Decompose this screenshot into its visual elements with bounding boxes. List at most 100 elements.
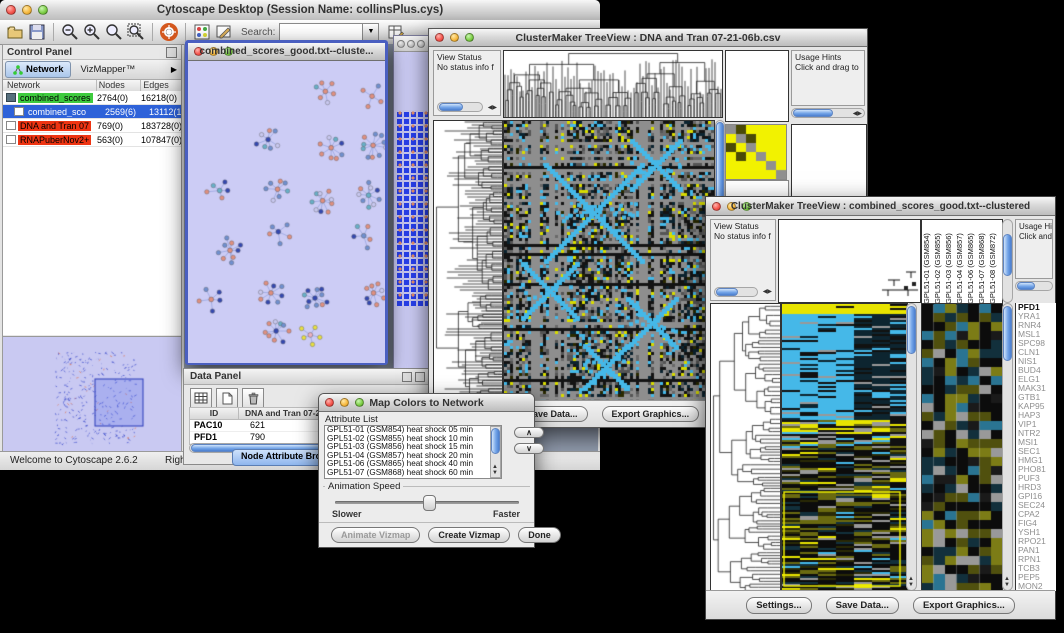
column-label[interactable]: GPL51-07 (GSM868) bbox=[977, 220, 988, 304]
column-label[interactable] bbox=[776, 51, 786, 121]
float-icon[interactable] bbox=[402, 372, 412, 382]
grid-network-view[interactable] bbox=[397, 110, 431, 306]
delete-attribute-button[interactable] bbox=[242, 388, 264, 408]
trash-icon bbox=[248, 392, 259, 405]
view-status-scrollbar[interactable] bbox=[437, 102, 483, 112]
new-attribute-button[interactable] bbox=[216, 388, 238, 408]
help-lifesaver-icon[interactable] bbox=[160, 23, 178, 41]
map-dialog-title: Map Colors to Network bbox=[319, 397, 534, 409]
birdseye-canvas[interactable] bbox=[3, 337, 181, 450]
attribute-list-item[interactable]: GPL51-07 (GSM868) heat shock 60 min bbox=[325, 469, 501, 478]
network-canvas[interactable] bbox=[188, 61, 385, 363]
search-input[interactable] bbox=[279, 23, 363, 41]
heatmap-vscrollbar[interactable]: ▲▼ bbox=[906, 303, 917, 591]
slider-thumb[interactable] bbox=[423, 495, 436, 511]
zoom-button[interactable] bbox=[417, 40, 425, 48]
move-up-button[interactable]: ∧ bbox=[514, 427, 544, 438]
network-window-titlebar[interactable]: combined_scores_good.txt--cluste... bbox=[188, 43, 385, 61]
scroll-arrows[interactable]: ◀▶ bbox=[488, 105, 497, 111]
treeview-button[interactable]: Export Graphics... bbox=[602, 406, 700, 422]
zoom-vscrollbar[interactable]: ▲▼ bbox=[1002, 303, 1013, 591]
treeview-button[interactable]: Settings... bbox=[746, 597, 811, 614]
scroll-arrows[interactable]: ◀▶ bbox=[763, 289, 772, 295]
row-dendrogram-canvas[interactable] bbox=[710, 303, 781, 593]
zoom-out-icon[interactable] bbox=[61, 23, 79, 41]
minimize-button[interactable] bbox=[407, 40, 415, 48]
column-label[interactable] bbox=[766, 51, 776, 121]
network-table-row[interactable]: RNAPuberNov2+ 563(0) 107847(0) bbox=[3, 133, 181, 147]
table-grid-icon bbox=[194, 392, 208, 404]
column-label[interactable] bbox=[746, 51, 756, 121]
table-view-button[interactable] bbox=[190, 388, 212, 408]
id-column-header[interactable]: ID bbox=[190, 408, 239, 419]
animate-vizmap-button[interactable]: Animate Vizmap bbox=[331, 527, 420, 543]
zoom-fit-icon[interactable] bbox=[127, 23, 145, 41]
column-label[interactable]: GPL51-03 (GSM856) bbox=[944, 220, 955, 304]
scroll-arrows[interactable]: ◀▶ bbox=[853, 111, 862, 117]
network-table-row[interactable]: combined_scores 2764(0) 16218(0) bbox=[3, 91, 181, 105]
attribute-list-scrollbar[interactable]: ▲▼ bbox=[490, 426, 501, 478]
treeview-button[interactable]: Save Data... bbox=[826, 597, 899, 614]
column-dendrogram-canvas[interactable] bbox=[503, 50, 723, 118]
desktop: Cytoscape Desktop (Session Name: collins… bbox=[0, 0, 1064, 633]
close-icon[interactable] bbox=[415, 372, 425, 382]
scroll-arrows[interactable]: ▲▼ bbox=[492, 464, 498, 476]
column-label[interactable] bbox=[726, 51, 736, 121]
control-panel-title: Control Panel bbox=[7, 47, 72, 58]
birdseye-view[interactable] bbox=[3, 336, 181, 451]
tab-network[interactable]: Network bbox=[5, 61, 71, 78]
search-dropdown-button[interactable]: ▼ bbox=[363, 23, 379, 41]
attribute-list-label: Attribute List bbox=[325, 414, 378, 425]
column-label[interactable] bbox=[736, 51, 746, 121]
zoom-heatmap-canvas[interactable] bbox=[725, 124, 787, 180]
network-list: combined_scores 2764(0) 16218(0) combine… bbox=[3, 91, 181, 335]
treeview1-titlebar[interactable]: ClusterMaker TreeView : DNA and Tran 07-… bbox=[429, 29, 867, 47]
zoom-selected-icon[interactable] bbox=[105, 23, 123, 41]
row-dendrogram-canvas[interactable] bbox=[433, 120, 503, 404]
slider-min-label: Slower bbox=[332, 509, 362, 519]
global-heatmap-canvas[interactable] bbox=[781, 303, 908, 593]
blank-page-icon bbox=[222, 392, 233, 405]
column-label[interactable]: GPL51-01 (GSM854) bbox=[922, 220, 933, 304]
open-file-icon[interactable] bbox=[6, 23, 24, 41]
vizmapper-icon[interactable] bbox=[193, 23, 211, 41]
treeview2-titlebar[interactable]: ClusterMaker TreeView : combined_scores_… bbox=[706, 197, 1055, 216]
scroll-arrows[interactable]: ▲▼ bbox=[908, 576, 914, 588]
treeview-button[interactable]: Export Graphics... bbox=[913, 597, 1015, 614]
column-label[interactable] bbox=[756, 51, 766, 121]
create-vizmap-button[interactable]: Create Vizmap bbox=[428, 527, 510, 543]
zoom-in-icon[interactable] bbox=[83, 23, 101, 41]
column-label[interactable]: GPL51-04 (GSM857) bbox=[955, 220, 966, 304]
done-button[interactable]: Done bbox=[518, 527, 561, 543]
scroll-arrows[interactable]: ▲▼ bbox=[1004, 576, 1010, 588]
column-label[interactable]: GPL51-06 (GSM865) bbox=[966, 220, 977, 304]
column-label[interactable]: GPL51-02 (GSM855) bbox=[933, 220, 944, 304]
annotation-icon[interactable] bbox=[215, 23, 233, 41]
column-mini-dendrogram[interactable] bbox=[878, 220, 920, 300]
close-button[interactable] bbox=[397, 40, 405, 48]
control-panel: Control Panel Network VizMapper™ ▶ Netwo… bbox=[2, 44, 182, 452]
main-titlebar[interactable]: Cytoscape Desktop (Session Name: collins… bbox=[0, 0, 600, 21]
column-label[interactable]: GPL51-08 (GSM872) bbox=[988, 220, 999, 304]
save-icon[interactable] bbox=[28, 23, 46, 41]
network-file-icon bbox=[14, 107, 24, 116]
network-table-row[interactable]: combined_sco 2569(6) 13112(15) bbox=[3, 105, 181, 119]
usage-hints-panel: Usage Hints Click and drag to bbox=[791, 50, 865, 106]
tab-vizmapper[interactable]: VizMapper™ bbox=[71, 64, 144, 75]
animation-speed-slider[interactable] bbox=[335, 501, 519, 504]
usage-hints-scrollbar[interactable] bbox=[1015, 281, 1053, 291]
zoom-heatmap-canvas[interactable] bbox=[921, 303, 1003, 593]
global-heatmap-canvas[interactable] bbox=[503, 120, 715, 404]
view-status-scrollbar[interactable] bbox=[714, 287, 758, 297]
map-dialog-titlebar[interactable]: Map Colors to Network bbox=[319, 394, 534, 412]
usage-hints-scrollbar[interactable]: ◀▶ bbox=[791, 108, 865, 118]
move-down-button[interactable]: ∨ bbox=[514, 443, 544, 454]
network-icon bbox=[13, 65, 23, 75]
float-panel-icon[interactable] bbox=[166, 47, 177, 58]
column-labels: GPL51-01 (GSM854)GPL51-02 (GSM855)GPL51-… bbox=[921, 219, 1003, 305]
tab-overflow-arrow[interactable]: ▶ bbox=[171, 65, 177, 74]
network-file-icon bbox=[6, 121, 16, 130]
column-vscrollbar[interactable] bbox=[1002, 219, 1013, 303]
network-table-row[interactable]: DNA and Tran 07 769(0) 183728(0) bbox=[3, 119, 181, 133]
data-panel-titlebar[interactable]: Data Panel bbox=[184, 369, 429, 385]
